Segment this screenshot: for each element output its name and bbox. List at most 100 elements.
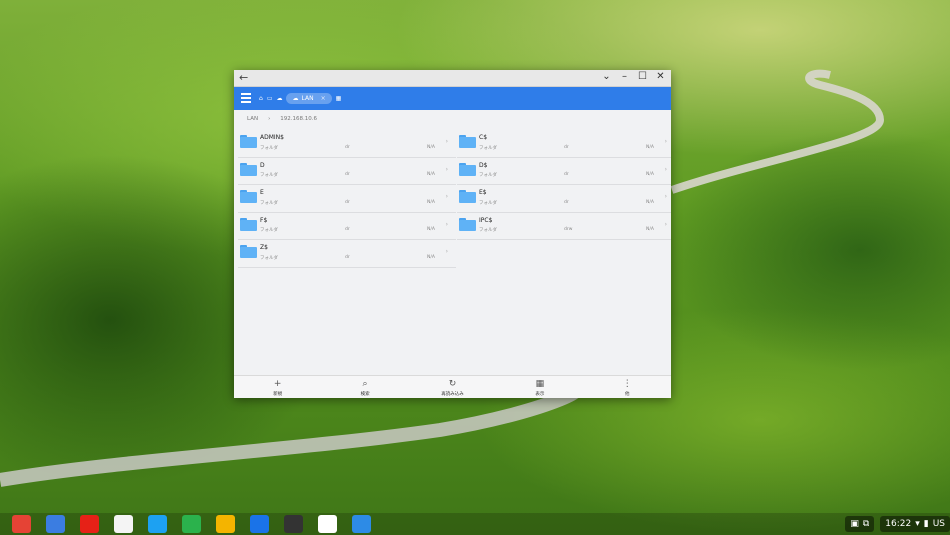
hamburger-menu-icon[interactable] (241, 93, 251, 105)
item-type: フォルダ (260, 173, 278, 179)
chevron-right-icon: › (664, 138, 667, 145)
back-arrow-icon[interactable]: ← (239, 71, 248, 84)
list-item[interactable]: D$ フォルダ dr N/A › (457, 158, 671, 186)
folder-icon (240, 162, 257, 176)
list-item[interactable]: ADMIN$ フォルダ dr N/A › (238, 130, 456, 158)
files-icon[interactable] (250, 515, 269, 533)
item-name: IPC$ (479, 216, 493, 224)
wifi-icon: ▾ (915, 519, 920, 529)
gmail-icon[interactable] (12, 515, 31, 533)
close-icon[interactable]: ✕ (656, 71, 665, 82)
minimize-icon[interactable]: – (620, 71, 629, 82)
item-size: N/A (427, 144, 435, 150)
app-toolbar: ⌂ ▭ ☁ ☁ LAN × ▦ (234, 87, 671, 110)
action-icon: ▦ (535, 379, 545, 389)
network-icon: ☁ (292, 95, 299, 102)
battery-icon: ▮ (923, 519, 929, 529)
item-size: N/A (646, 227, 654, 233)
list-item[interactable]: IPC$ フォルダ drw N/A › (457, 213, 671, 241)
system-tray[interactable]: 16:22 ▾ ▮ US (880, 516, 950, 532)
youtube-icon[interactable] (80, 515, 99, 533)
item-permissions: dr (345, 172, 350, 178)
item-type: フォルダ (479, 173, 497, 179)
ime-indicator: US (932, 519, 945, 529)
item-name: E (260, 189, 264, 197)
bottom-action-2[interactable]: ↻ 再読み込み (422, 376, 482, 398)
list-item[interactable]: E フォルダ dr N/A › (238, 185, 456, 213)
window-titlebar[interactable]: ← ⌄ – ☐ ✕ (234, 70, 671, 87)
item-name: ADMIN$ (260, 134, 284, 141)
feedly-icon[interactable] (182, 515, 201, 533)
play-store-icon[interactable] (318, 515, 337, 533)
item-type: フォルダ (260, 200, 278, 206)
screen-capture-tray[interactable]: ▣ ⧉ (845, 516, 875, 532)
item-permissions: dr (345, 144, 350, 150)
es-file-explorer-icon[interactable] (352, 515, 371, 533)
chevron-right-icon: › (445, 138, 448, 145)
bottom-action-0[interactable]: + 新規 (248, 376, 308, 398)
chevron-right-icon: › (445, 165, 448, 173)
folder-icon (459, 135, 476, 148)
twitter-icon[interactable] (148, 515, 167, 533)
chrome-icon[interactable] (114, 515, 133, 533)
list-item[interactable]: E$ フォルダ dr N/A › (457, 185, 671, 213)
item-name: E$ (479, 189, 487, 197)
chevron-down-icon[interactable]: ⌄ (602, 71, 611, 82)
item-type: フォルダ (260, 145, 278, 151)
breadcrumb-host[interactable]: 192.168.10.6 (280, 116, 317, 122)
item-size: N/A (646, 172, 654, 178)
bottom-action-4[interactable]: ⋮ 他 (597, 376, 657, 398)
active-location-label: LAN (301, 95, 314, 102)
action-label: 検索 (360, 392, 370, 397)
folder-icon (240, 217, 257, 231)
item-name: Z$ (260, 244, 268, 252)
cloud-icon[interactable]: ☁ (276, 95, 282, 102)
bottom-action-3[interactable]: ▦ 表示 (510, 376, 570, 398)
item-size: N/A (646, 199, 654, 205)
item-name: F$ (260, 216, 268, 224)
bottom-action-bar: + 新規 ⌕ 検索 ↻ 再読み込み ▦ 表示 ⋮ 他 (234, 375, 671, 398)
camera-icon: ▣ (850, 519, 859, 529)
item-size: N/A (427, 199, 435, 205)
file-manager-window: ← ⌄ – ☐ ✕ ⌂ ▭ ☁ ☁ LAN × ▦ LAN › 192.168.… (234, 70, 671, 398)
home-icon[interactable]: ⌂ (259, 95, 263, 102)
maximize-icon[interactable]: ☐ (638, 71, 647, 82)
list-item[interactable]: D フォルダ dr N/A › (238, 158, 456, 186)
folder-icon (240, 135, 257, 148)
item-type: フォルダ (479, 228, 497, 234)
list-item[interactable]: F$ フォルダ dr N/A › (238, 213, 456, 241)
item-name: D$ (479, 161, 488, 169)
item-permissions: drw (564, 227, 573, 233)
chevron-right-icon: › (664, 220, 667, 228)
drive-icon[interactable] (216, 515, 235, 533)
bottom-action-1[interactable]: ⌕ 検索 (335, 376, 395, 398)
action-label: 再読み込み (441, 392, 464, 397)
terminal-icon[interactable] (284, 515, 303, 533)
action-label: 他 (625, 392, 630, 397)
chevron-right-icon: › (664, 165, 667, 173)
folder-icon (459, 162, 476, 176)
item-type: フォルダ (260, 255, 278, 261)
action-label: 新規 (273, 392, 283, 397)
list-item[interactable]: C$ フォルダ dr N/A › (457, 130, 671, 158)
item-type: フォルダ (260, 228, 278, 234)
active-location-tab[interactable]: ☁ LAN × (286, 93, 332, 104)
grid-icon[interactable]: ▦ (336, 95, 342, 102)
action-icon: ⋮ (622, 379, 632, 389)
item-permissions: dr (564, 172, 569, 178)
item-permissions: dr (345, 227, 350, 233)
clock-time: 16:22 (885, 519, 912, 529)
close-tab-icon[interactable]: × (321, 95, 326, 102)
docs-icon[interactable] (46, 515, 65, 533)
list-item[interactable]: Z$ フォルダ dr N/A › (238, 240, 456, 268)
folder-icon (459, 190, 476, 204)
item-permissions: dr (564, 144, 569, 150)
chevron-right-icon: › (664, 193, 667, 201)
breadcrumb-root[interactable]: LAN (247, 116, 258, 122)
item-type: フォルダ (479, 200, 497, 206)
location-crumbs: ⌂ ▭ ☁ ☁ LAN × ▦ (259, 93, 341, 104)
item-permissions: dr (564, 199, 569, 205)
device-icon[interactable]: ▭ (267, 95, 273, 102)
item-type: フォルダ (479, 145, 497, 151)
chevron-right-icon: › (268, 115, 271, 122)
